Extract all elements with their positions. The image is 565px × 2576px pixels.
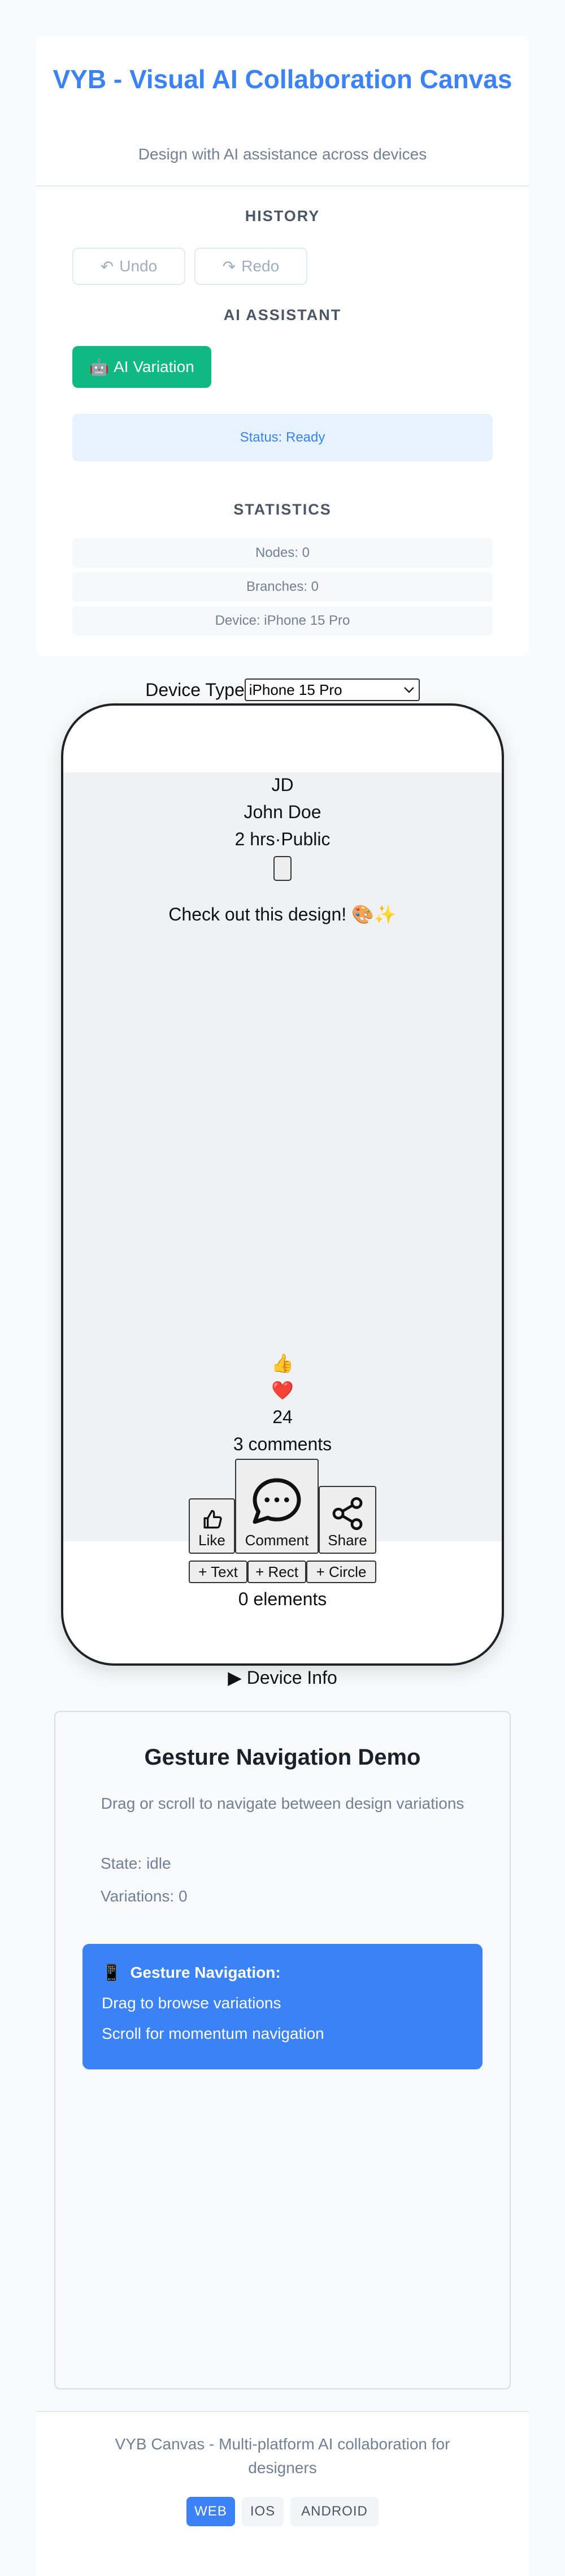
share-icon — [332, 1497, 363, 1531]
gesture-state: State: idle — [101, 1855, 171, 1872]
add-circle-button[interactable]: + Circle — [306, 1561, 376, 1583]
like-button[interactable]: Like — [189, 1498, 235, 1554]
redo-label: Redo — [241, 257, 280, 275]
device-type-select[interactable]: iPhone 15 Pro — [244, 678, 420, 701]
add-text-button[interactable]: + Text — [189, 1561, 247, 1583]
platform-tab-web[interactable]: WEB — [186, 2497, 235, 2526]
gesture-demo-panel[interactable]: Gesture Navigation Demo Drag or scroll t… — [54, 1711, 511, 2389]
like-reaction-icon: 👍 — [271, 1353, 294, 1373]
device-info-label: Device Info — [246, 1667, 337, 1688]
reaction-count: 24 — [272, 1407, 293, 1427]
undo-label: Undo — [119, 257, 158, 275]
ai-variation-button[interactable]: 🤖 AI Variation — [72, 346, 211, 388]
stat-branches: Branches: 0 — [72, 572, 493, 602]
post-time: 2 hrs — [234, 829, 275, 849]
comment-icon — [253, 1478, 301, 1524]
platform-tab-ios[interactable]: IOS — [242, 2497, 284, 2526]
gesture-title: Gesture Navigation Demo — [144, 1745, 421, 1770]
redo-icon: ↷ — [222, 257, 236, 275]
gesture-variations: Variations: 0 — [101, 1887, 188, 1905]
stat-device: Device: iPhone 15 Pro — [72, 606, 493, 636]
ai-variation-label: AI Variation — [114, 358, 194, 375]
comment-count[interactable]: 3 comments — [63, 1434, 502, 1455]
post-text: Check out this design! 🎨✨ — [168, 904, 397, 924]
device-type-row: Device Type iPhone 15 Pro — [0, 676, 565, 703]
gesture-help-line: Scroll for momentum navigation — [102, 2025, 324, 2042]
share-label: Share — [328, 1532, 367, 1549]
comment-button[interactable]: Comment — [235, 1459, 319, 1554]
add-rect-button[interactable]: + Rect — [247, 1561, 306, 1583]
phone-icon: 📱 — [102, 1964, 121, 1981]
phone-frame: JD John Doe 2 hrs·Public Check out this … — [61, 703, 504, 1666]
app-title: VYB - Visual AI Collaboration Canvas — [53, 64, 512, 94]
status-indicator: Status: Ready — [72, 414, 493, 461]
thumbs-up-icon — [203, 1510, 222, 1529]
post-visibility: Public — [281, 829, 331, 849]
gesture-help-title: Gesture Navigation: — [130, 1964, 281, 1981]
control-panel: VYB - Visual AI Collaboration Canvas Des… — [36, 36, 529, 656]
post-meta: 2 hrs·Public — [63, 829, 502, 850]
avatar: JD — [271, 775, 294, 795]
device-type-selected: iPhone 15 Pro — [249, 681, 342, 698]
footer-text: VYB Canvas - Multi-platform AI collabora… — [115, 2435, 450, 2476]
footer: VYB Canvas - Multi-platform AI collabora… — [36, 2411, 529, 2576]
gesture-help-box: 📱 Gesture Navigation: Drag to browse var… — [82, 1944, 483, 2069]
app-header: VYB - Visual AI Collaboration Canvas Des… — [36, 36, 529, 187]
robot-icon: 🤖 — [89, 358, 110, 376]
stat-nodes: Nodes: 0 — [72, 538, 493, 568]
meta-separator: · — [275, 829, 281, 849]
gesture-help-heading: 📱 Gesture Navigation: — [102, 1963, 463, 1982]
post-author: John Doe — [244, 802, 321, 822]
heart-reaction-icon: ❤️ — [271, 1380, 294, 1401]
statistics-title: STATISTICS — [233, 501, 332, 518]
platform-tab-android[interactable]: ANDROID — [290, 2497, 379, 2526]
app-subtitle: Design with AI assistance across devices — [138, 145, 427, 163]
chevron-down-icon — [403, 687, 414, 693]
device-type-label: Device Type — [145, 679, 245, 700]
redo-button[interactable]: ↷ Redo — [194, 248, 307, 285]
share-button[interactable]: Share — [319, 1486, 376, 1554]
post-options-button[interactable] — [273, 856, 292, 881]
like-label: Like — [198, 1532, 225, 1549]
undo-button[interactable]: ↶ Undo — [72, 248, 185, 285]
phone-screen: JD John Doe 2 hrs·Public Check out this … — [63, 772, 502, 1609]
element-count: 0 elements — [238, 1589, 327, 1609]
comment-label: Comment — [245, 1532, 309, 1549]
device-info-toggle[interactable]: ▶ Device Info — [0, 1667, 565, 1688]
ai-assistant-title: AI ASSISTANT — [223, 306, 342, 323]
gesture-help-line: Drag to browse variations — [102, 1994, 281, 2012]
disclosure-arrow-icon: ▶ — [228, 1667, 242, 1688]
history-title: HISTORY — [245, 208, 320, 224]
undo-icon: ↶ — [100, 257, 114, 275]
gesture-subtitle: Drag or scroll to navigate between desig… — [101, 1795, 464, 1812]
